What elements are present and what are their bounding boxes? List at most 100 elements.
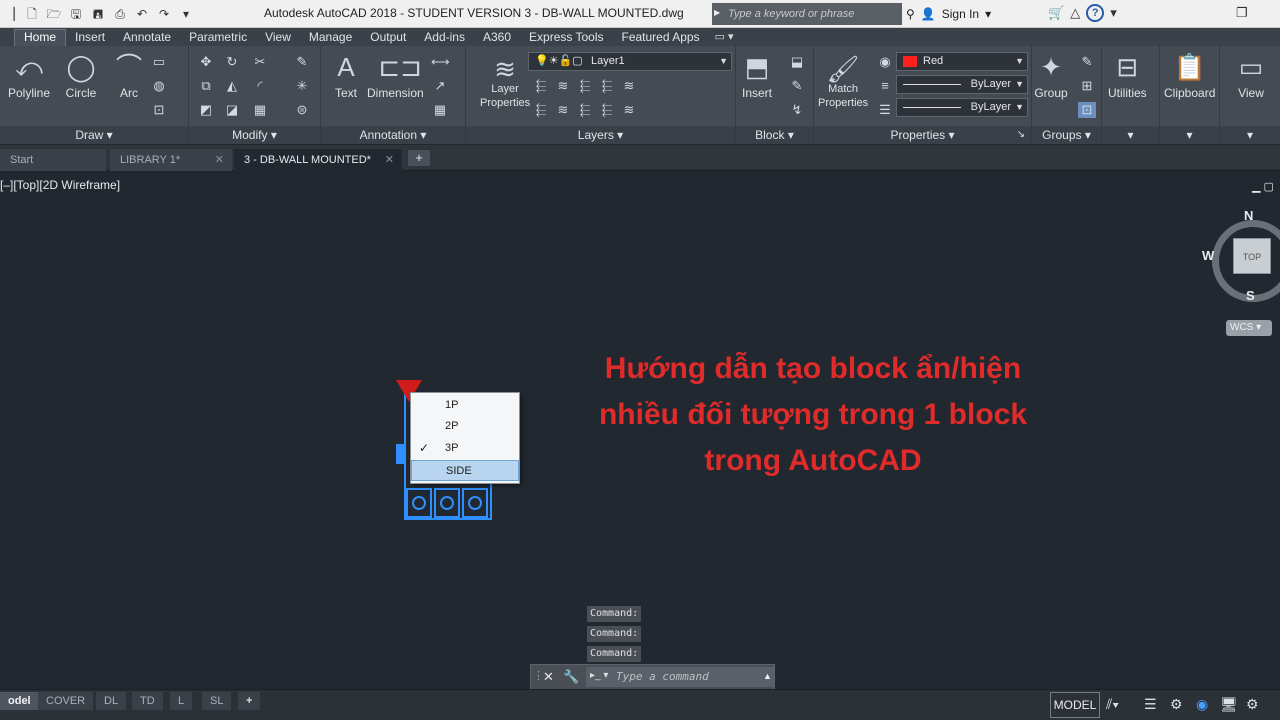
command-history-up-icon[interactable]: ▲ [763,671,772,681]
group-edit-icon[interactable]: ⊞ [1078,78,1096,94]
viewport-window-controls[interactable]: ▁ ▢ [1252,180,1274,193]
ungroup-icon[interactable]: ✎ [1078,54,1096,70]
group-select-icon[interactable]: ⊡ [1078,102,1096,118]
offset-icon[interactable]: ⊜ [293,102,311,118]
signin-area[interactable]: ⚲ 👤 Sign In ▾ [906,4,991,24]
wcs-menu[interactable]: WCS ▾ [1226,320,1272,336]
tab-manage[interactable]: Manage [300,30,361,46]
layers-panel-title[interactable]: Layers ▾ [466,126,735,144]
clipboard-panel-dropdown[interactable]: ▾ [1160,126,1219,144]
leader-icon[interactable]: ↗ [431,78,449,94]
array-icon[interactable]: ▦ [251,102,269,118]
block-side-grip[interactable] [396,444,406,464]
help-icon[interactable]: ? [1086,4,1105,22]
layer-tool-4-icon[interactable]: ⬱ [598,78,616,94]
draw-panel-title[interactable]: Draw ▾ [0,126,188,144]
insert-button[interactable]: ⬒ Insert [740,50,774,100]
erase-icon[interactable]: ✎ [293,54,311,70]
workspace-icon[interactable]: ⚙ [1170,696,1183,713]
compass-south[interactable]: S [1246,288,1255,303]
open-file-icon[interactable]: 🗁 [44,5,64,23]
layer-properties-button[interactable]: ≋ Layer Properties [480,52,530,110]
menu-item-side[interactable]: SIDE [411,460,519,481]
linetype-dropdown[interactable]: ByLayer ▼ [896,75,1028,94]
command-prompt-icon[interactable]: ▸_ ▾ [590,670,608,681]
exchange-icon[interactable]: △ [1070,5,1080,21]
tab-insert[interactable]: Insert [66,30,114,46]
isolate-objects-icon[interactable]: ◉ [1196,696,1208,713]
color-wheel-icon[interactable]: ◉ [876,54,894,70]
hatch-icon[interactable]: ◍ [150,78,168,94]
tab-a360[interactable]: A360 [474,30,520,46]
tab-view[interactable]: View [256,30,300,46]
properties-launcher-icon[interactable]: ↘ [1017,126,1025,144]
layout-tab-l[interactable]: L [170,692,193,710]
layout-tab-dl[interactable]: DL [96,692,127,710]
region-icon[interactable]: ⊡ [150,102,168,118]
layer-tool-3-icon[interactable]: ⬱ [576,78,594,94]
color-dropdown[interactable]: Red ▼ [896,52,1028,71]
fillet-icon[interactable]: ◜ [251,78,269,94]
save-as-icon[interactable]: 🖪 [88,5,108,23]
attribute-icon[interactable]: ↯ [788,102,806,118]
clipboard-button[interactable]: 📋 Clipboard [1164,50,1215,100]
circle-button[interactable]: ◯ Circle [64,50,98,100]
layer-tool-7-icon[interactable]: ≋ [554,102,572,118]
cart-icon[interactable]: 🛒 [1048,5,1064,21]
linear-dim-icon[interactable]: ⟷ [431,54,450,70]
view-button[interactable]: ▭ View [1234,50,1268,100]
scale-icon[interactable]: ◪ [223,102,241,118]
add-layout-icon[interactable]: + [238,692,261,710]
binoculars-icon[interactable]: ⚲ [906,7,915,21]
command-input[interactable]: Type a command [586,667,774,687]
search-expand-icon[interactable]: ▶ [714,8,720,17]
linetype-icon[interactable]: ≡ [876,78,894,94]
utilities-panel-dropdown[interactable]: ▾ [1102,126,1159,144]
new-tab-button[interactable]: + [408,150,430,166]
rectangle-icon[interactable]: ▭ [150,54,168,70]
move-icon[interactable]: ✥ [197,54,215,70]
polyline-button[interactable]: ⤺ Polyline [8,50,50,100]
tab-express-tools[interactable]: Express Tools [520,30,612,46]
arc-button[interactable]: ⌒ Arc [112,50,146,100]
print-icon[interactable]: ⎙ [110,5,130,23]
tab-parametric[interactable]: Parametric [180,30,256,46]
lineweight-icon[interactable]: ☰ [876,102,894,118]
tab-output[interactable]: Output [361,30,415,46]
layer-tool-5-icon[interactable]: ≋ [620,78,638,94]
layout-tab-sl[interactable]: SL [202,692,232,710]
match-properties-button[interactable]: 🖌 Match Properties [818,52,868,110]
compass-north[interactable]: N [1244,208,1253,223]
menu-item-3p[interactable]: ✓ 3P [411,438,519,459]
signin-label[interactable]: Sign In [942,7,979,21]
properties-panel-title[interactable]: Properties ▾ ↘ [814,126,1031,144]
signin-dropdown-icon[interactable]: ▾ [985,7,991,21]
lineweight-dropdown[interactable]: ByLayer ▼ [896,98,1028,117]
copy-icon[interactable]: ⧉ [197,78,215,94]
doc-tab-library[interactable]: LIBRARY 1* ✕ [110,149,232,171]
modify-panel-title[interactable]: Modify ▾ [189,126,320,144]
layer-tool-2-icon[interactable]: ≋ [554,78,572,94]
dimension-button[interactable]: ⊏⊐ Dimension [367,50,424,100]
model-space-button[interactable]: MODEL [1050,692,1100,718]
view-panel-dropdown[interactable]: ▾ [1220,126,1280,144]
doc-tab-start[interactable]: Start [0,149,106,171]
doc-tab-db-wall[interactable]: 3 - DB-WALL MOUNTED* ✕ [234,149,402,171]
ribbon-options-icon[interactable]: ▭ ▾ [709,30,740,46]
search-input[interactable]: Type a keyword or phrase [712,3,902,25]
utilities-button[interactable]: ⊟ Utilities [1108,50,1147,100]
layer-tool-6-icon[interactable]: ⬱ [532,102,550,118]
compass-west[interactable]: W [1202,248,1214,263]
new-file-icon[interactable]: 🗋 [22,5,42,23]
app-menu-icon[interactable]: ▕ [0,5,20,23]
hardware-acceleration-icon[interactable]: 🖥 [1220,696,1238,713]
tab-addins[interactable]: Add-ins [415,30,474,46]
grid-snap-icon[interactable]: ⫽▾ [1106,696,1119,713]
block-panel-title[interactable]: Block ▾ [736,126,813,144]
redo-icon[interactable]: ↷ [154,5,174,23]
help-dropdown-icon[interactable]: ▾ [1110,5,1117,21]
annotation-scale-icon[interactable]: ☰ [1144,696,1157,713]
text-button[interactable]: A Text [329,50,363,100]
save-icon[interactable]: 🖫 [66,5,86,23]
viewcube[interactable]: TOP N S W [1202,208,1280,303]
